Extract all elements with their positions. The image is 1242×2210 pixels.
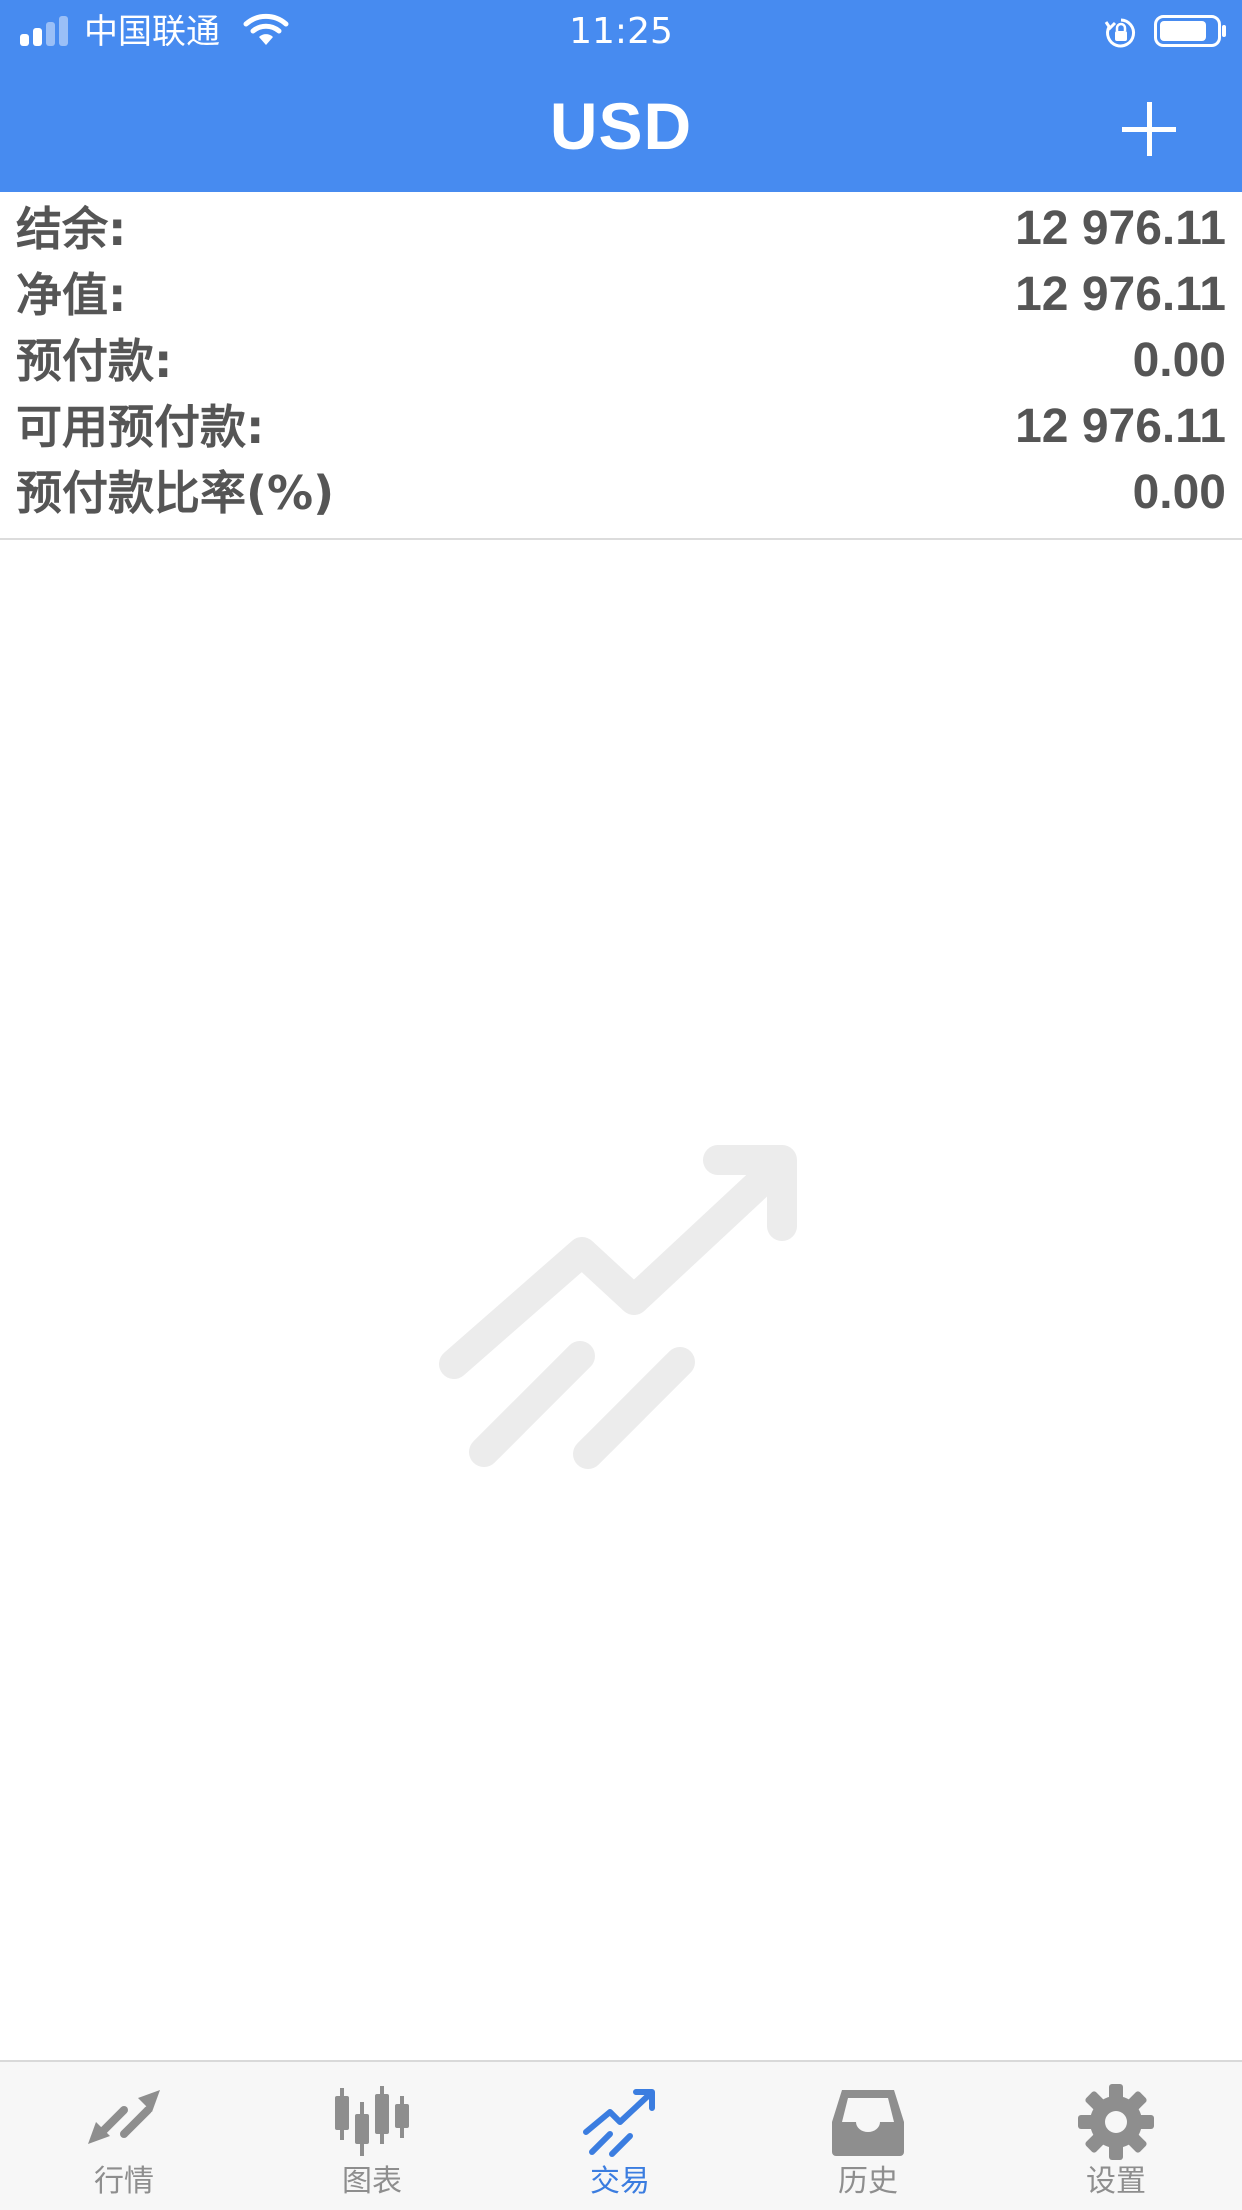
trade-trend-icon bbox=[583, 2089, 655, 2157]
free-margin-row: 可用预付款: 12 976.11 bbox=[0, 394, 1242, 460]
margin-row: 预付款: 0.00 bbox=[0, 328, 1242, 394]
gear-icon bbox=[1078, 2084, 1154, 2160]
free-margin-label: 可用预付款: bbox=[16, 400, 265, 454]
free-margin-value: 12 976.11 bbox=[1015, 400, 1226, 453]
plus-icon bbox=[1122, 102, 1176, 156]
quotes-arrows-icon bbox=[88, 2090, 160, 2144]
balance-label: 结余: bbox=[16, 202, 127, 256]
tab-history-label: 历史 bbox=[838, 2164, 898, 2199]
margin-value: 0.00 bbox=[1132, 334, 1226, 387]
tab-quotes-label: 行情 bbox=[94, 2164, 154, 2199]
tab-settings-label: 设置 bbox=[1086, 2164, 1146, 2199]
tab-charts[interactable]: 图表 bbox=[248, 2062, 496, 2210]
page-title: USD bbox=[549, 89, 693, 163]
empty-trade-trend-icon bbox=[439, 1145, 797, 1469]
battery-icon bbox=[1154, 15, 1226, 47]
tab-bar: 行情 图表 交易 历史 设置 bbox=[0, 2060, 1242, 2210]
tab-quotes[interactable]: 行情 bbox=[0, 2062, 248, 2210]
balance-row: 结余: 12 976.11 bbox=[0, 196, 1242, 262]
margin-label: 预付款: bbox=[16, 334, 173, 388]
summary-divider bbox=[0, 538, 1242, 540]
equity-value: 12 976.11 bbox=[1015, 268, 1226, 321]
account-summary: 结余: 12 976.11 净值: 12 976.11 预付款: 0.00 可用… bbox=[0, 192, 1242, 540]
balance-value: 12 976.11 bbox=[1015, 202, 1226, 255]
tab-trade-label: 交易 bbox=[590, 2164, 650, 2199]
margin-level-value: 0.00 bbox=[1132, 466, 1226, 519]
rotation-lock-icon bbox=[1104, 18, 1136, 48]
equity-label: 净值: bbox=[16, 268, 127, 322]
margin-level-label: 预付款比率(%) bbox=[16, 466, 335, 520]
candlestick-chart-icon bbox=[335, 2086, 409, 2156]
add-button[interactable] bbox=[1110, 90, 1188, 168]
equity-row: 净值: 12 976.11 bbox=[0, 262, 1242, 328]
status-bar: 中国联通 11:25 bbox=[0, 0, 1242, 62]
tab-settings[interactable]: 设置 bbox=[992, 2062, 1240, 2210]
tab-history[interactable]: 历史 bbox=[744, 2062, 992, 2210]
history-tray-icon bbox=[832, 2090, 904, 2156]
margin-level-row: 预付款比率(%) 0.00 bbox=[0, 460, 1242, 526]
tab-charts-label: 图表 bbox=[342, 2164, 402, 2199]
status-time: 11:25 bbox=[569, 11, 673, 52]
tab-trade[interactable]: 交易 bbox=[496, 2062, 744, 2210]
navigation-bar: 中国联通 11:25 USD bbox=[0, 0, 1242, 192]
